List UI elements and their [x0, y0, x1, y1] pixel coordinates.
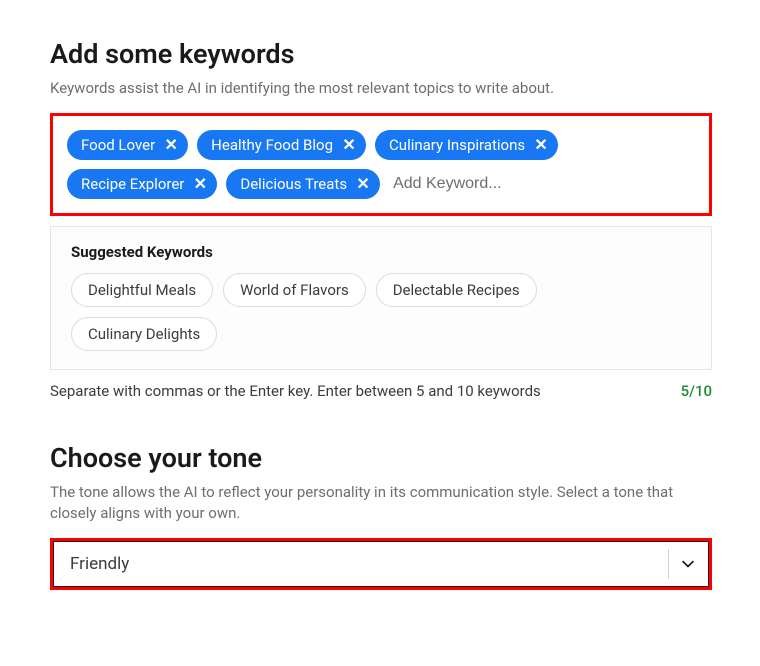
suggested-keyword-pill[interactable]: Delightful Meals — [71, 273, 213, 307]
tone-select-highlight: Friendly — [50, 538, 712, 590]
suggested-keyword-pill[interactable]: World of Flavors — [223, 273, 366, 307]
keyword-chip-label: Delicious Treats — [240, 175, 347, 193]
keyword-chip: Healthy Food Blog ✕ — [197, 130, 366, 160]
tone-select[interactable]: Friendly — [53, 541, 709, 587]
add-keyword-input[interactable] — [389, 169, 539, 199]
keywords-count: 5/10 — [681, 382, 712, 400]
tone-section: Choose your tone The tone allows the AI … — [50, 442, 712, 590]
keywords-title: Add some keywords — [50, 38, 712, 70]
keyword-chip: Delicious Treats ✕ — [226, 169, 380, 199]
close-icon[interactable]: ✕ — [534, 137, 548, 153]
tone-select-wrap: Friendly — [53, 541, 709, 587]
close-icon[interactable]: ✕ — [342, 137, 356, 153]
tone-description: The tone allows the AI to reflect your p… — [50, 482, 712, 524]
keyword-chip-label: Food Lover — [81, 136, 155, 154]
tone-title: Choose your tone — [50, 442, 712, 474]
keywords-description: Keywords assist the AI in identifying th… — [50, 78, 712, 99]
keyword-chip-label: Healthy Food Blog — [211, 136, 333, 154]
keyword-chip: Food Lover ✕ — [67, 130, 188, 160]
select-divider — [668, 549, 669, 579]
suggested-keyword-pill[interactable]: Delectable Recipes — [376, 273, 537, 307]
suggested-keywords-box: Suggested Keywords Delightful Meals Worl… — [50, 226, 712, 370]
suggested-keywords-title: Suggested Keywords — [71, 243, 691, 261]
keywords-input-highlight: Food Lover ✕ Healthy Food Blog ✕ Culinar… — [50, 113, 712, 216]
keyword-chip-label: Culinary Inspirations — [389, 136, 525, 154]
keyword-chip: Recipe Explorer ✕ — [67, 169, 217, 199]
close-icon[interactable]: ✕ — [164, 137, 178, 153]
keyword-chip-label: Recipe Explorer — [81, 175, 184, 193]
keywords-hint-row: Separate with commas or the Enter key. E… — [50, 382, 712, 400]
close-icon[interactable]: ✕ — [356, 176, 370, 192]
tone-selected-value: Friendly — [70, 554, 129, 574]
keywords-section: Add some keywords Keywords assist the AI… — [50, 38, 712, 400]
close-icon[interactable]: ✕ — [193, 176, 207, 192]
keywords-hint-text: Separate with commas or the Enter key. E… — [50, 382, 541, 400]
suggested-keyword-pill[interactable]: Culinary Delights — [71, 317, 217, 351]
suggested-keywords-list: Delightful Meals World of Flavors Delect… — [71, 273, 691, 351]
keywords-input-area[interactable]: Food Lover ✕ Healthy Food Blog ✕ Culinar… — [53, 116, 709, 213]
keyword-chip: Culinary Inspirations ✕ — [375, 130, 558, 160]
